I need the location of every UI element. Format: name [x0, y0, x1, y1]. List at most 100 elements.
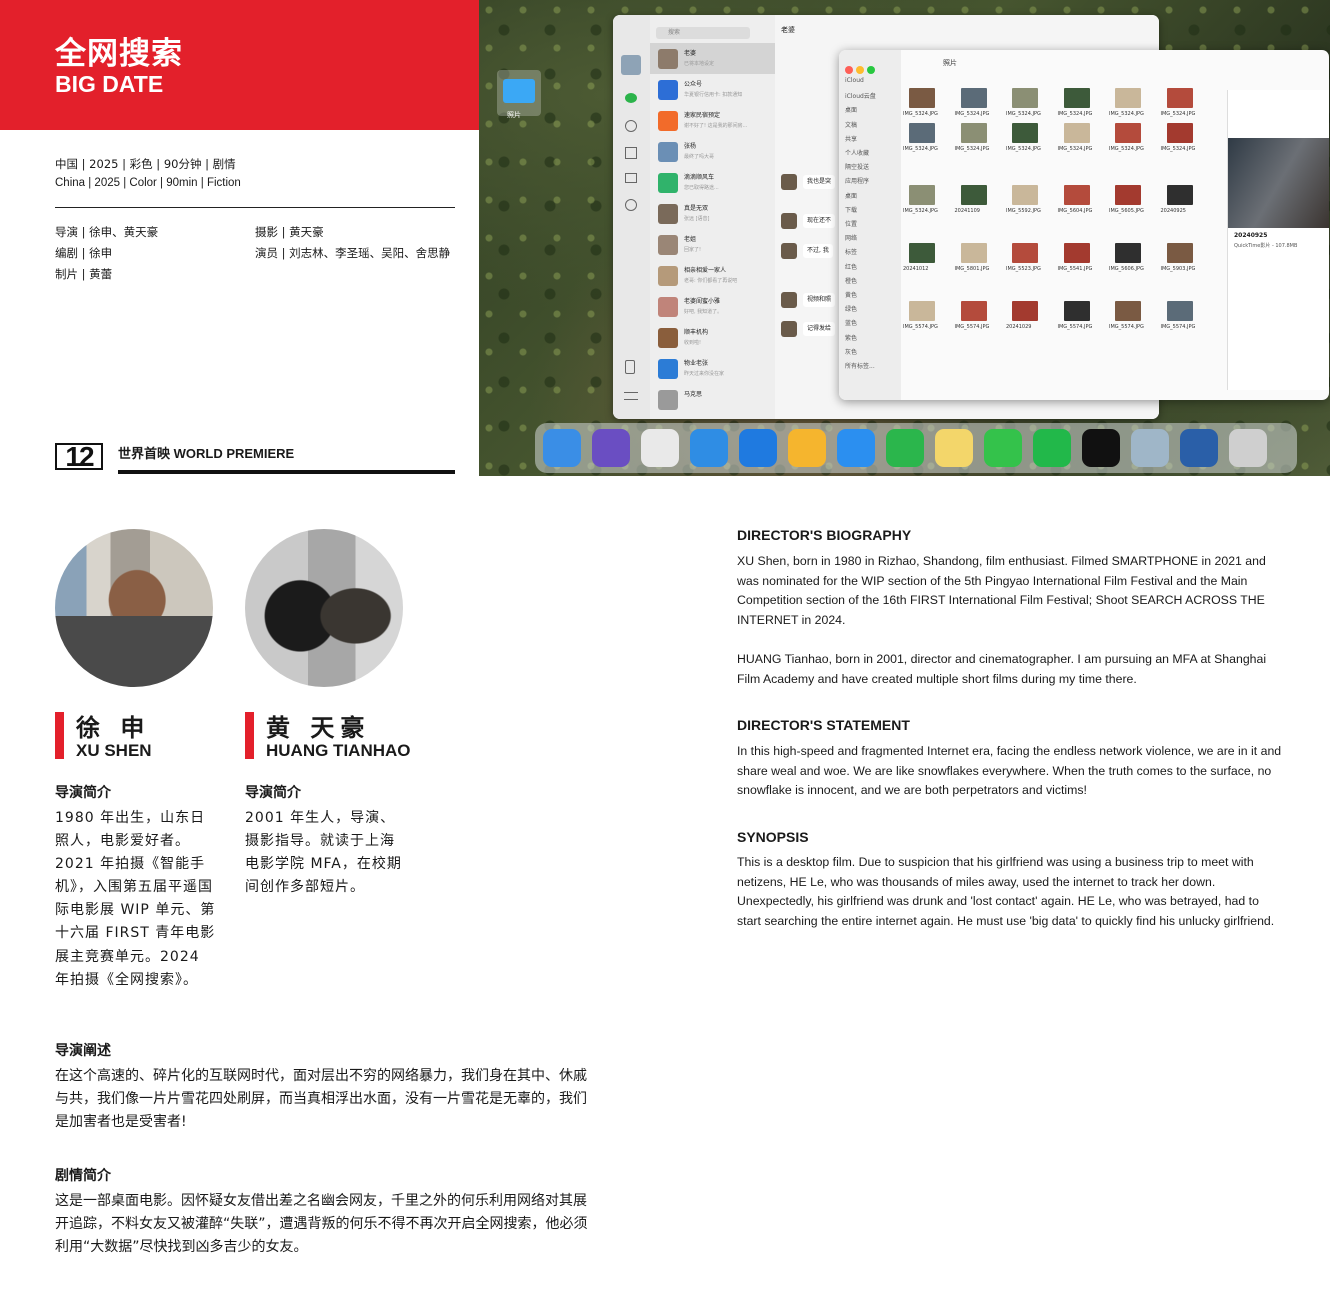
finder-sidebar-item: 黄色	[845, 292, 858, 299]
file-name: IMG_5574.JPG	[954, 324, 990, 330]
film-info-en: China | 2025 | Color | 90min | Fiction	[55, 177, 241, 189]
file-thumbnail	[1012, 185, 1038, 205]
file-thumbnail	[960, 123, 987, 143]
finder-icon	[543, 429, 581, 467]
chat-bubble: 现在还不	[803, 214, 836, 228]
finder-preview-pane: 20240925 QuickTime影片 - 107.8MB	[1227, 90, 1329, 390]
bio-heading-en: DIRECTOR'S BIOGRAPHY	[737, 527, 912, 543]
finder-sidebar-item: 橙色	[845, 277, 858, 285]
file-thumbnail	[1012, 123, 1038, 143]
finder-sidebar-item: 共享	[845, 135, 858, 143]
director-bio-cn: 2001 年生人，导演、摄影指导。就读于上海电影学院 MFA，在校期间创作多部短…	[245, 810, 402, 896]
file-thumbnail	[960, 185, 987, 205]
quicktime-icon	[1180, 429, 1218, 467]
finder-sidebar-item: 红色	[845, 263, 858, 271]
director-photo-huang-tianhao	[245, 529, 403, 687]
conversation-name: 滴滴顺风车	[684, 174, 715, 181]
name-accent-bar	[55, 712, 64, 759]
conversation-name: 公众号	[684, 81, 703, 88]
conversation-preview: 已将本地设定	[684, 61, 715, 67]
credit-director: 导演 | 徐申、黄天豪	[55, 225, 159, 239]
conversation-item: 老婆闺蜜小雅 好吧, 我知道了。	[650, 291, 775, 322]
conversation-name: 老婆闺蜜小雅	[684, 298, 721, 305]
avatar	[658, 173, 678, 193]
notes-icon	[935, 429, 973, 467]
file-name: IMG_5574.JPG	[1160, 324, 1196, 330]
file-thumbnail	[1166, 88, 1193, 108]
director-name-en: HUANG TIANHAO	[266, 741, 411, 760]
window-controls	[845, 59, 878, 78]
file-name: IMG_5604.JPG	[1057, 208, 1093, 214]
finder-sidebar-item: 紫色	[845, 334, 858, 342]
premiere-label: 世界首映 WORLD PREMIERE	[118, 446, 295, 461]
macos-dock	[535, 423, 1297, 473]
finder-sidebar-item: 桌面	[845, 192, 858, 200]
file-name: IMG_5324.JPG	[903, 111, 938, 117]
conversation-item: 滴滴顺风车 您已取得路途...	[650, 167, 775, 198]
statement-text-en: In this high-speed and fragmented Intern…	[737, 744, 1282, 798]
file-name: IMG_5574.JPG	[903, 324, 938, 330]
finder-title: 照片	[943, 59, 957, 67]
file-name: 20240925	[1160, 208, 1186, 214]
file-thumbnail	[960, 301, 987, 321]
avatar	[658, 297, 678, 317]
bio-heading-cn: 导演简介	[55, 785, 111, 801]
avatar	[658, 390, 678, 410]
launchpad-icon	[641, 429, 679, 467]
file-thumbnail	[1063, 185, 1090, 205]
conversation-name: 老婆	[684, 50, 697, 57]
avatar	[781, 243, 797, 259]
safari-icon	[837, 429, 875, 467]
file-name: IMG_5324.JPG	[1057, 111, 1093, 117]
conversation-preview: 老哥: 你们都看了再说吧	[684, 278, 738, 284]
conversation-name: 顺丰机构	[684, 329, 709, 336]
file-name: IMG_5324.JPG	[954, 111, 990, 117]
credit-screenwriter: 编剧 | 徐申	[55, 246, 113, 260]
conversation-name: 真是无双	[684, 205, 709, 212]
file-name: IMG_5324.JPG	[903, 208, 938, 214]
bio-heading-cn: 导演简介	[245, 785, 301, 801]
file-thumbnail	[909, 243, 935, 263]
avatar	[658, 359, 678, 379]
statement-text-cn: 在这个高速的、碎片化的互联网时代，面对层出不穷的网络暴力，我们身在其中、休戚与共…	[55, 1068, 587, 1130]
avatar	[781, 292, 797, 308]
file-name: IMG_5541.JPG	[1057, 266, 1093, 272]
file-thumbnail	[1166, 301, 1193, 321]
conversation-item: 真是无双张远 [语音]	[650, 198, 775, 229]
conversation-name: 相亲相爱一家人	[684, 267, 727, 274]
conversation-name: 速家民宿预定	[684, 112, 721, 119]
chat-title: 老婆	[781, 26, 795, 34]
preview-icon	[1131, 429, 1169, 467]
desktop-folder-label: 照片	[507, 111, 521, 119]
preview-image	[1228, 138, 1329, 228]
director-name-cn: 黄 天豪	[266, 714, 371, 742]
wechat-sidebar	[613, 15, 650, 419]
conversation-item: 老姐 回家了!	[650, 229, 775, 260]
conversation-preview: 回家了!	[684, 247, 702, 253]
conversation-preview: 张远 [语音]	[684, 216, 710, 222]
film-info-cn: 中国 | 2025 | 彩色 | 90分钟 | 剧情	[55, 157, 236, 171]
finder-sidebar-item: 下载	[845, 206, 858, 214]
synopsis-text-en: This is a desktop film. Due to suspicion…	[737, 855, 1275, 929]
conversation-item: 顺丰机构 收到啦!	[650, 322, 775, 353]
director-bio-cn: 1980 年出生，山东日照人，电影爱好者。2021 年拍摄《智能手机》，入围第五…	[55, 810, 216, 988]
wechat-icon	[1033, 429, 1071, 467]
file-name: IMG_5324.JPG	[1057, 146, 1093, 152]
director-name-cn: 徐 申	[76, 714, 151, 742]
file-thumbnail	[1012, 243, 1038, 263]
file-thumbnail	[1115, 185, 1141, 205]
avatar	[658, 111, 678, 131]
finder-sidebar: iCloud iCloud云盘 桌面 文稿 共享 个人收藏 隔空投送 应用程序 桌面 下载 位置 网络…	[839, 50, 901, 400]
chat-bubble: 我也是突	[803, 175, 836, 189]
avatar	[658, 328, 678, 348]
statement-heading-en: DIRECTOR'S STATEMENT	[737, 717, 910, 733]
avatar	[658, 49, 678, 69]
file-thumbnail	[1166, 243, 1193, 263]
avatar	[658, 235, 678, 255]
finder-sidebar-item: 文稿	[845, 121, 858, 129]
finder-sidebar-item: iCloud	[845, 77, 864, 84]
file-thumbnail	[909, 301, 935, 321]
file-name: IMG_5324.JPG	[954, 146, 990, 152]
synopsis-heading-cn: 剧情简介	[55, 1168, 111, 1184]
file-name: IMG_5324.JPG	[1006, 111, 1041, 117]
